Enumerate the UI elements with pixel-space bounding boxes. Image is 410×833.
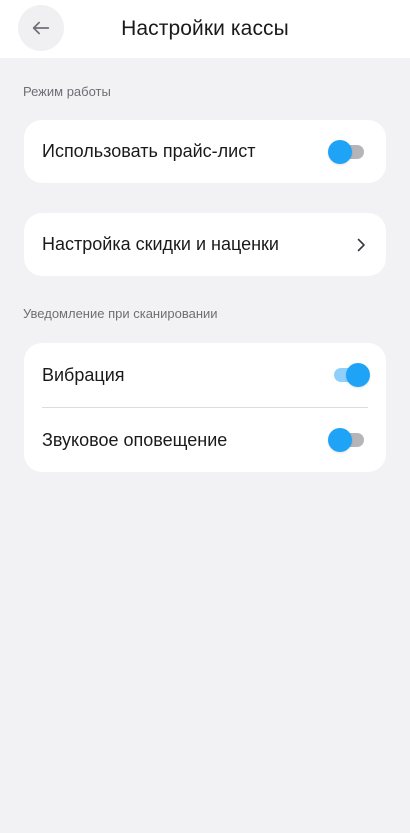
- discount-settings-row[interactable]: Настройка скидки и наценки: [24, 213, 386, 276]
- app-header: Настройки кассы: [0, 0, 410, 58]
- sound-row[interactable]: Звуковое оповещение: [24, 408, 386, 472]
- toggle-knob: [346, 363, 370, 387]
- card-work-mode: Использовать прайс-лист: [24, 120, 386, 183]
- discount-settings-label: Настройка скидки и наценки: [42, 234, 279, 254]
- vibration-label: Вибрация: [42, 364, 125, 385]
- chevron-right-icon: [354, 238, 368, 252]
- section-label-scan-notify: Уведомление при сканировании: [23, 306, 218, 321]
- price-list-row[interactable]: Использовать прайс-лист: [24, 120, 386, 183]
- vibration-toggle[interactable]: [328, 362, 370, 388]
- sound-label: Звуковое оповещение: [42, 429, 228, 450]
- card-scan-notify: Вибрация Звуковое оповещение: [24, 343, 386, 472]
- page-title: Настройки кассы: [121, 17, 289, 40]
- card-discount: Настройка скидки и наценки: [24, 213, 386, 276]
- vibration-row[interactable]: Вибрация: [24, 343, 386, 407]
- price-list-toggle[interactable]: [328, 139, 368, 165]
- toggle-knob: [328, 428, 352, 452]
- section-label-work-mode: Режим работы: [23, 84, 111, 99]
- sound-toggle[interactable]: [328, 427, 368, 453]
- toggle-knob: [328, 139, 352, 164]
- price-list-label: Использовать прайс-лист: [42, 141, 256, 161]
- settings-screen: Настройки кассы Режим работы Использоват…: [0, 0, 410, 833]
